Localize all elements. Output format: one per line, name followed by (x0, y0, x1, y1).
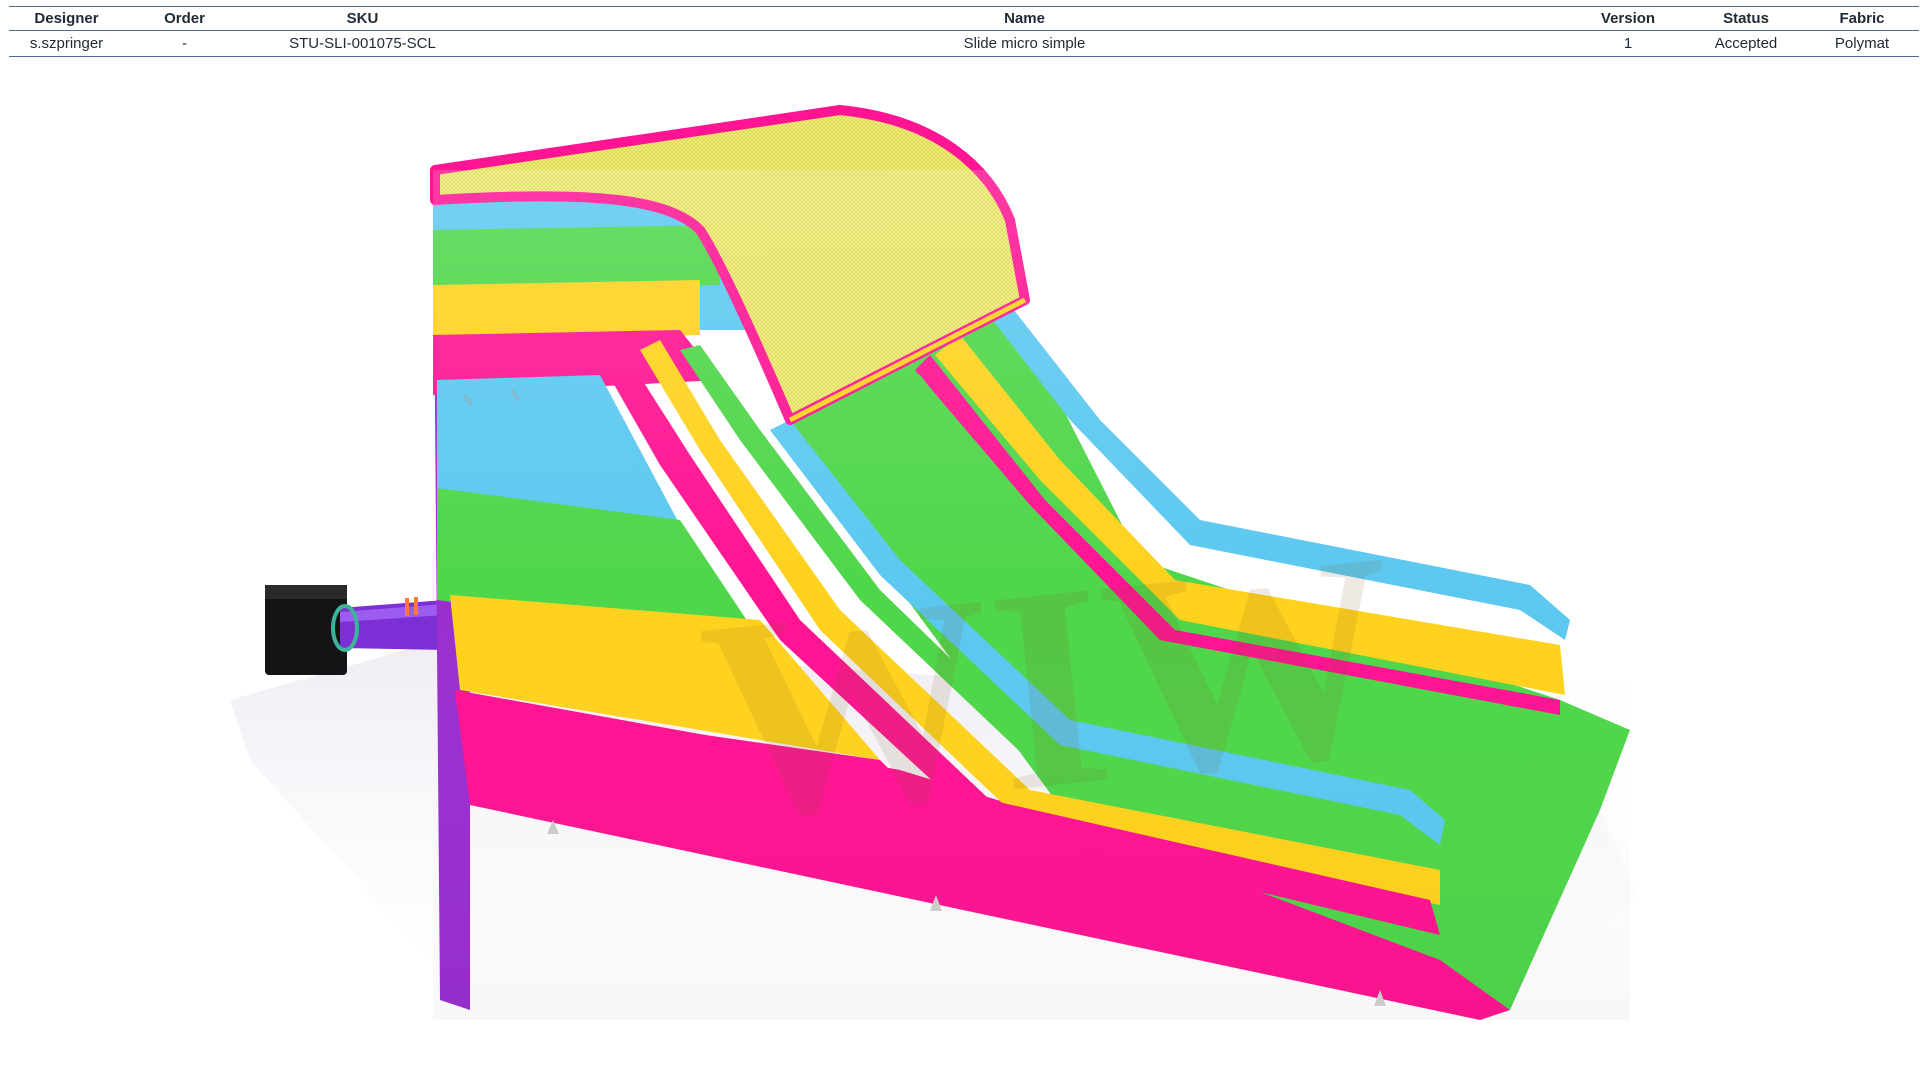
cell-sku: STU-SLI-001075-SCL (245, 30, 480, 57)
header-fabric: Fabric (1805, 6, 1919, 31)
table-row: s.szpringer - STU-SLI-001075-SCL Slide m… (9, 30, 1919, 57)
header-sku: SKU (245, 6, 480, 31)
header-name: Name (480, 6, 1569, 31)
cell-version: 1 (1569, 30, 1687, 57)
cell-status: Accepted (1687, 30, 1805, 57)
inflatable-slide-render: WIW (230, 105, 1640, 1060)
product-sheet: Designer Order SKU Name Version Status F… (0, 0, 1920, 1080)
header-status: Status (1687, 6, 1805, 31)
cell-designer: s.szpringer (9, 30, 124, 57)
header-version: Version (1569, 6, 1687, 31)
header-designer: Designer (9, 6, 124, 31)
cell-order: - (124, 30, 245, 57)
header-order: Order (124, 6, 245, 31)
cell-fabric: Polymat (1805, 30, 1919, 57)
table-header-row: Designer Order SKU Name Version Status F… (9, 6, 1919, 31)
cell-name: Slide micro simple (480, 30, 1569, 57)
spec-table: Designer Order SKU Name Version Status F… (9, 6, 1919, 57)
